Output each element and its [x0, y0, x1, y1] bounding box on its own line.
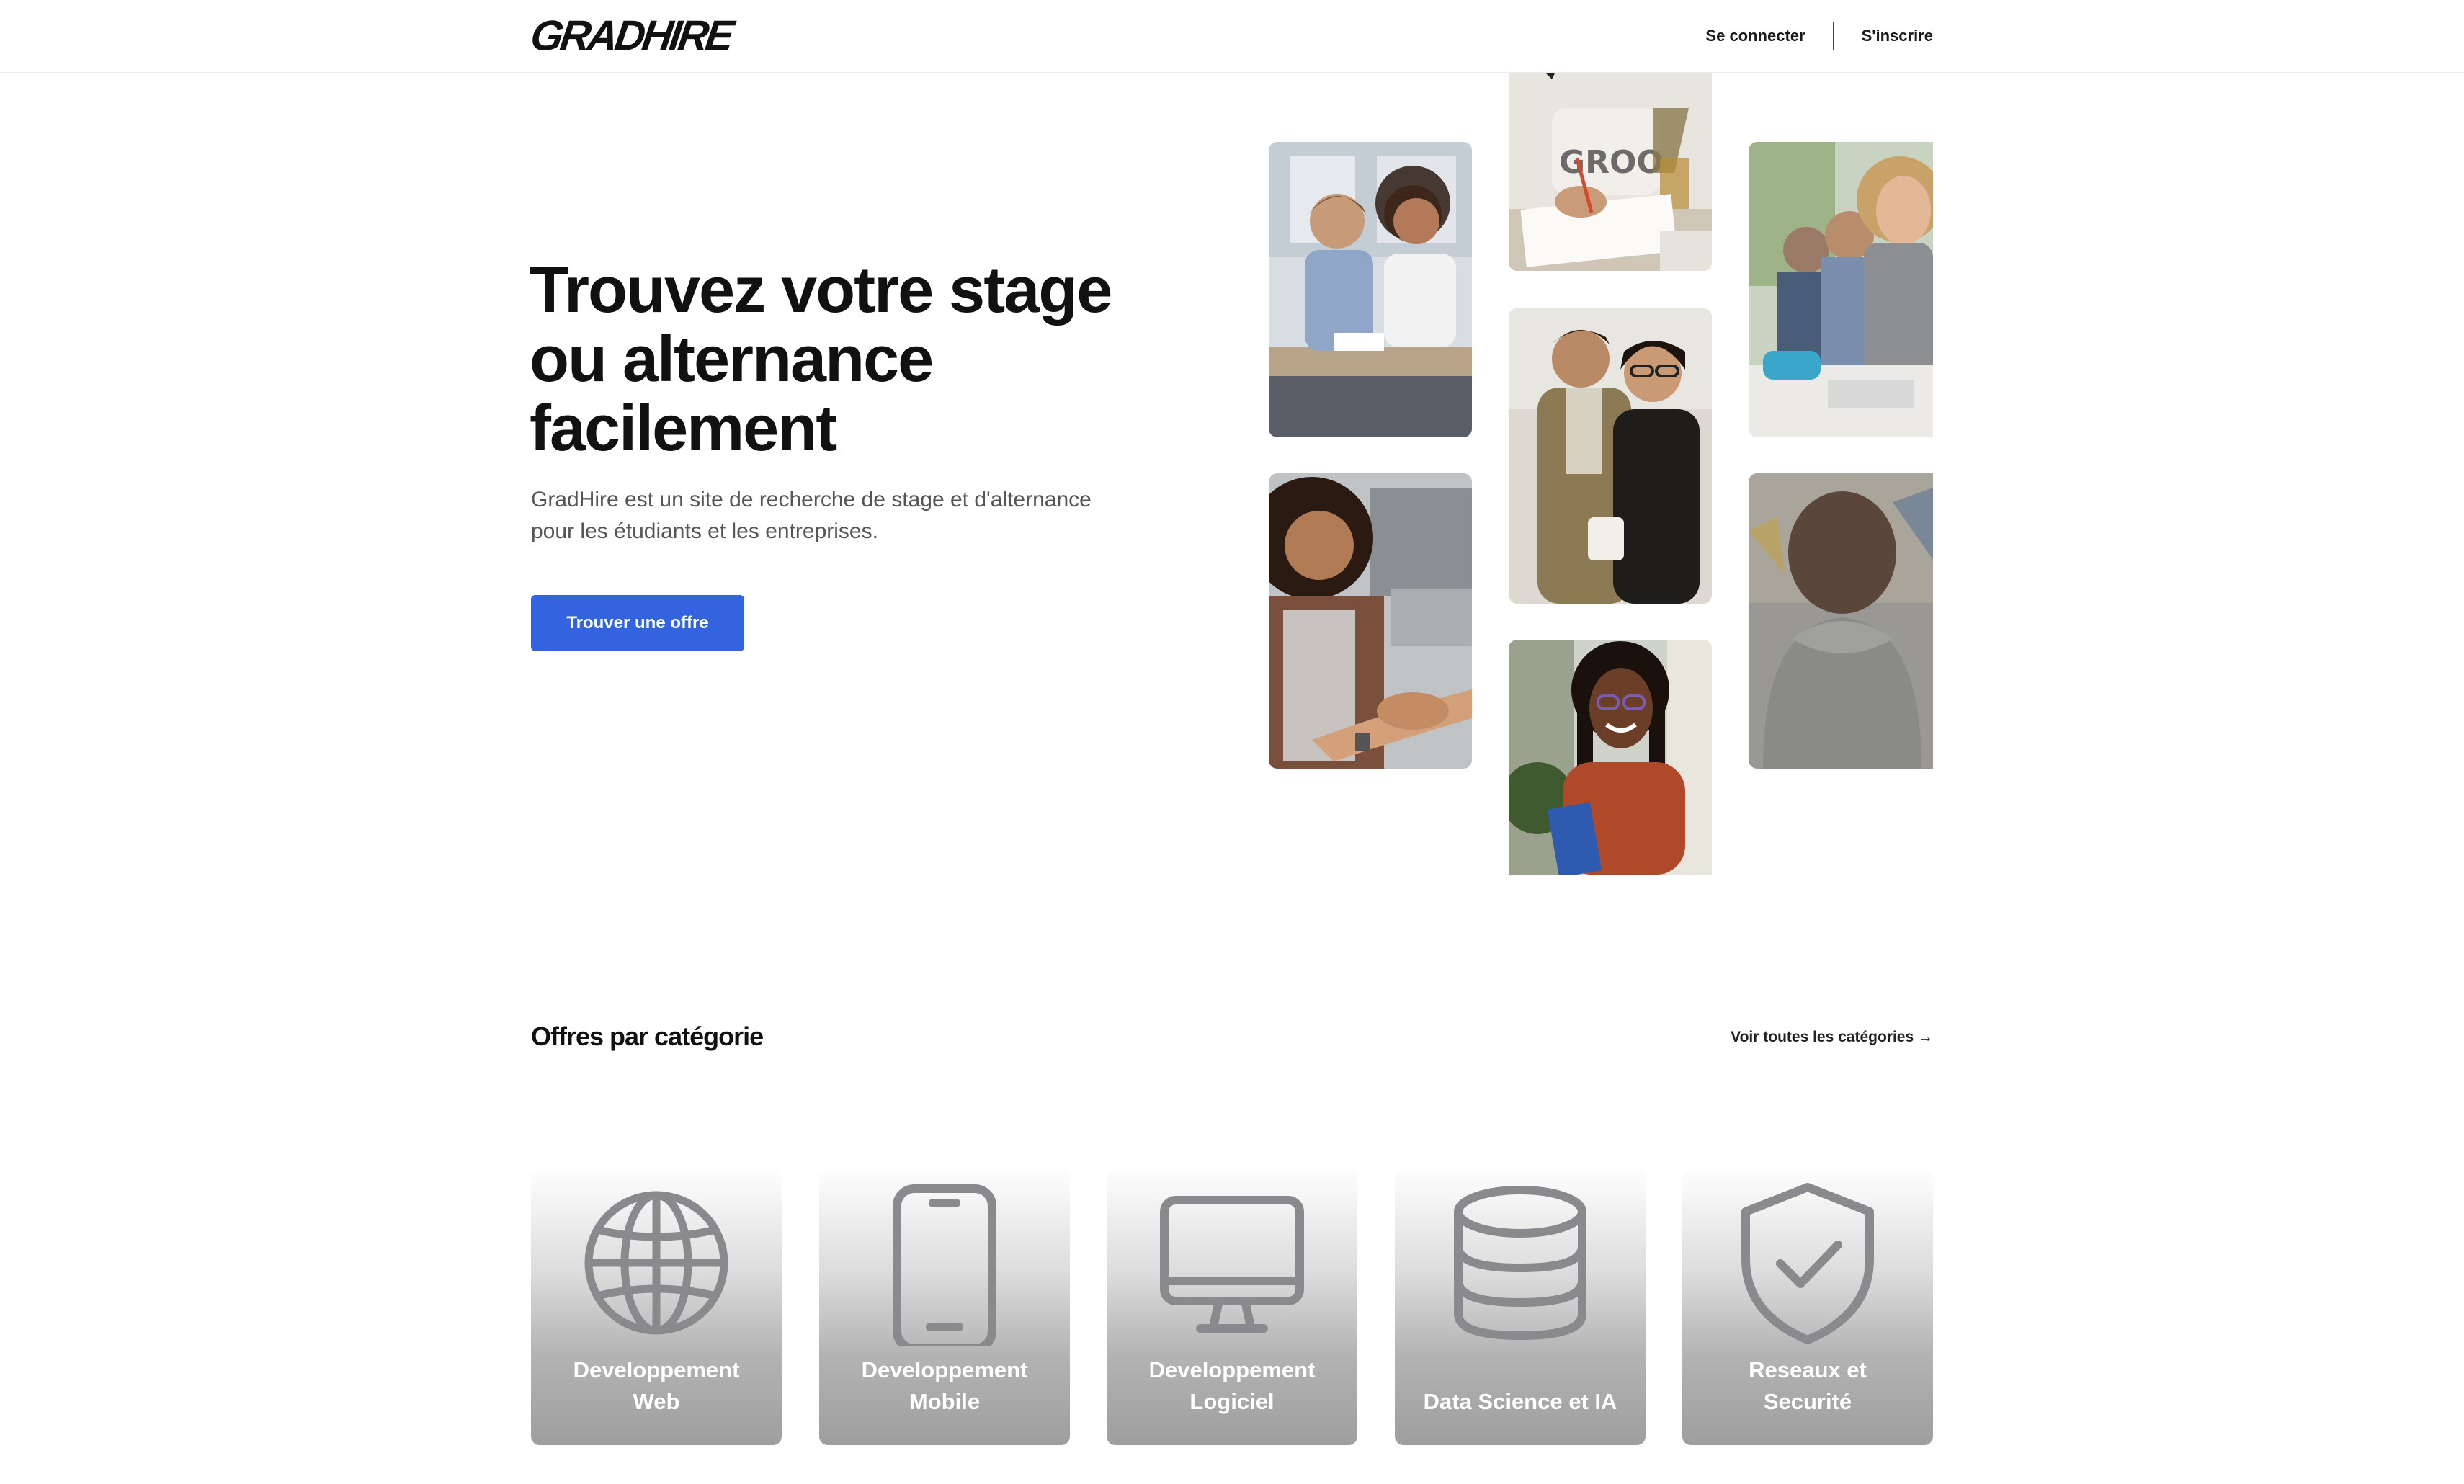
category-label-line: Developpement: [861, 1357, 1028, 1382]
category-label: Reseaux et Securité: [1689, 1354, 1926, 1418]
category-label-line: Mobile: [909, 1389, 981, 1414]
category-label-line: Logiciel: [1189, 1389, 1275, 1414]
svg-text:GROO: GROO: [1559, 144, 1664, 181]
category-label-line: Web: [633, 1389, 680, 1414]
auth-nav: Se connecter S'inscrire: [1705, 22, 1933, 50]
categories-title: Offres par catégorie: [531, 1022, 764, 1051]
database-icon: [1448, 1180, 1592, 1346]
category-label: Developpement Mobile: [826, 1354, 1063, 1418]
smartphone-icon: [872, 1180, 1017, 1353]
photo-students-table: [1269, 142, 1472, 437]
hero-subtitle-line: GradHire est un site de recherche de sta…: [531, 488, 1092, 511]
see-all-categories-link[interactable]: Voir toutes les catégories →: [1731, 1029, 1933, 1046]
hero-title: Trouvez votre stage ou alternance facile…: [530, 256, 1178, 463]
photo-writing-notebook: GROO: [1509, 65, 1712, 271]
photo-handshake: [1269, 473, 1472, 769]
category-card-software[interactable]: Developpement Logiciel: [1107, 1167, 1357, 1445]
photo-students-laptops: [1749, 142, 1933, 437]
category-label-line: Reseaux et: [1749, 1357, 1867, 1382]
find-offer-button[interactable]: Trouver une offre: [531, 595, 744, 651]
hero-title-line: ou alternance: [530, 323, 934, 395]
photo-coworkers-coffee: [1509, 308, 1712, 604]
monitor-icon: [1160, 1180, 1304, 1346]
category-card-web[interactable]: Developpement Web: [531, 1167, 782, 1445]
signup-link[interactable]: S'inscrire: [1862, 27, 1933, 45]
shield-check-icon: [1736, 1180, 1880, 1346]
category-label: Developpement Web: [538, 1354, 775, 1418]
photo-woman-folder: [1509, 640, 1712, 875]
hero-subtitle-line: pour les étudiants et les entreprises.: [531, 519, 878, 543]
category-cards: Developpement Web Developpement Mobile D…: [531, 1167, 1933, 1445]
category-label-line: Developpement: [1148, 1357, 1316, 1382]
gradhire-logo[interactable]: GRADHIRE: [527, 12, 734, 59]
category-label: Developpement Logiciel: [1114, 1354, 1350, 1418]
hero-subtitle: GradHire est un site de recherche de sta…: [531, 484, 1143, 547]
photo-person-back: [1749, 473, 1933, 769]
category-label-line: Developpement: [573, 1357, 740, 1382]
login-link[interactable]: Se connecter: [1705, 27, 1805, 45]
category-label: Data Science et IA: [1402, 1354, 1638, 1418]
category-label-line: Securité: [1763, 1389, 1852, 1414]
hero-title-line: facilement: [530, 393, 837, 465]
globe-icon: [584, 1180, 728, 1346]
category-card-security[interactable]: Reseaux et Securité: [1682, 1167, 1933, 1445]
category-card-mobile[interactable]: Developpement Mobile: [819, 1167, 1070, 1445]
category-card-data[interactable]: Data Science et IA: [1395, 1167, 1646, 1445]
nav-divider: [1832, 22, 1834, 50]
category-label-line: Data Science et IA: [1423, 1389, 1617, 1414]
site-header: GRADHIRE Se connecter S'inscrire: [0, 0, 2464, 73]
hero-title-line: Trouvez votre stage: [530, 254, 1112, 326]
